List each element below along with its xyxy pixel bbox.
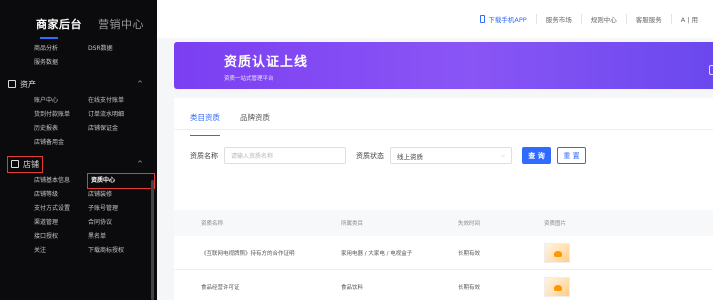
input-placeholder: 请输入资质名称 bbox=[231, 153, 274, 160]
sidebar-link[interactable]: 合同协议 bbox=[88, 216, 154, 230]
sidebar-top-links: 商品分析 DSR数据 服务数据 bbox=[0, 42, 157, 70]
store-icon bbox=[11, 160, 19, 168]
sidebar-store-links: 店铺基本信息 资质中心 店铺等级 店铺装修 支付方式设置 子账号管理 渠道管理 … bbox=[0, 173, 157, 258]
service-market-link[interactable]: 服务市场 bbox=[535, 14, 581, 24]
banner-decoration-icon bbox=[709, 65, 713, 75]
search-button[interactable]: 查 询 bbox=[522, 147, 551, 164]
sidebar-link[interactable] bbox=[88, 56, 154, 70]
sidebar-section-label: 资产 bbox=[20, 79, 36, 89]
sidebar: 商家后台 营销中心 商品分析 DSR数据 服务数据 资产 ^ 账户中心 在线支付… bbox=[0, 0, 157, 300]
sidebar-link[interactable]: 店铺保证金 bbox=[88, 122, 154, 136]
qualification-image-thumbnail[interactable] bbox=[544, 242, 570, 263]
chevron-up-icon[interactable]: ^ bbox=[137, 160, 143, 168]
sidebar-link[interactable]: 服务数据 bbox=[34, 56, 88, 70]
sidebar-link[interactable]: 子账号管理 bbox=[88, 202, 154, 216]
top-nav: 下载手机APP 服务市场 规则中心 客服服务 A | 用 bbox=[157, 0, 713, 38]
download-app-link[interactable]: 下载手机APP bbox=[471, 14, 535, 24]
tab-merchant-backend[interactable]: 商家后台 bbox=[36, 16, 82, 39]
qualification-image-thumbnail[interactable] bbox=[544, 276, 570, 297]
banner-title: 资质认证上线 bbox=[224, 55, 309, 70]
sidebar-section-assets[interactable]: 资产 ^ bbox=[0, 74, 157, 94]
sidebar-link[interactable]: 关注 bbox=[34, 244, 88, 258]
sidebar-section-label: 店铺 bbox=[23, 159, 39, 169]
chevron-down-icon: ⌵ bbox=[500, 151, 505, 159]
main-card: 类目资质 品牌资质 资质名称 请输入资质名称 资质状态 线上资质 ⌵ 查 询 重… bbox=[174, 98, 713, 300]
sidebar-link[interactable]: 订单流水明细 bbox=[88, 108, 154, 122]
cell-name: 《互联网电视牌照》持有方的合作证明 bbox=[201, 250, 295, 257]
tab-category-qualification[interactable]: 类目资质 bbox=[190, 112, 220, 136]
sidebar-link[interactable]: 店铺基本信息 bbox=[34, 174, 88, 188]
sidebar-link[interactable]: 货到付款账单 bbox=[34, 108, 88, 122]
sidebar-link[interactable]: 渠道管理 bbox=[34, 216, 88, 230]
column-header: 资质图片 bbox=[544, 221, 567, 227]
phone-icon bbox=[480, 15, 486, 23]
promo-banner[interactable]: 资质认证上线 资质一站式管理平台 bbox=[174, 42, 713, 89]
sidebar-link[interactable]: 店铺装修 bbox=[88, 188, 154, 202]
column-header: 所属类目 bbox=[341, 221, 364, 227]
user-menu[interactable]: A | 用 bbox=[670, 14, 707, 24]
sidebar-link[interactable]: 店铺等级 bbox=[34, 188, 88, 202]
cell-category: 家用电器 / 大家电 / 电视盒子 bbox=[341, 250, 413, 257]
qualification-table: 资质名称 所属类目 失效时间 资质图片 《互联网电视牌照》持有方的合作证明 家用… bbox=[174, 210, 713, 300]
tab-brand-qualification[interactable]: 品牌资质 bbox=[240, 112, 270, 129]
tab-marketing-center[interactable]: 营销中心 bbox=[98, 16, 144, 32]
table-row[interactable]: 食品经营许可证 食品饮料 长期有效 bbox=[174, 270, 713, 300]
sidebar-link[interactable]: 在线支付账单 bbox=[88, 94, 154, 108]
select-value: 线上资质 bbox=[397, 152, 423, 161]
qualification-name-input[interactable]: 请输入资质名称 bbox=[224, 147, 346, 164]
sidebar-link[interactable]: 下载商标授权 bbox=[88, 244, 154, 258]
table-header: 资质名称 所属类目 失效时间 资质图片 bbox=[174, 210, 713, 236]
qualification-name-label: 资质名称 bbox=[190, 151, 218, 160]
sidebar-link[interactable]: 商品分析 bbox=[34, 42, 88, 56]
customer-service-link[interactable]: 客服服务 bbox=[625, 14, 671, 24]
sidebar-link[interactable]: 账户中心 bbox=[34, 94, 88, 108]
sidebar-link[interactable]: 历史报表 bbox=[34, 122, 88, 136]
sidebar-link[interactable]: 店铺备用金 bbox=[34, 136, 88, 150]
filter-bar: 资质名称 请输入资质名称 资质状态 线上资质 ⌵ 查 询 重 置 bbox=[174, 130, 713, 164]
sidebar-item-qualification-center[interactable]: 资质中心 bbox=[87, 173, 155, 189]
sidebar-link[interactable]: 接口授权 bbox=[34, 230, 88, 244]
sidebar-section-store[interactable]: 店铺 ^ bbox=[0, 154, 157, 174]
qualification-tabs: 类目资质 品牌资质 bbox=[174, 98, 713, 136]
chevron-up-icon[interactable]: ^ bbox=[137, 80, 143, 88]
sidebar-link[interactable]: 支付方式设置 bbox=[34, 202, 88, 216]
sidebar-link[interactable] bbox=[88, 136, 154, 150]
sidebar-header: 商家后台 营销中心 bbox=[0, 0, 157, 42]
qualification-status-label: 资质状态 bbox=[356, 151, 384, 160]
rules-center-link[interactable]: 规则中心 bbox=[580, 14, 626, 24]
cell-name: 食品经营许可证 bbox=[201, 284, 240, 291]
download-app-label: 下载手机APP bbox=[488, 16, 527, 24]
table-row[interactable]: 《互联网电视牌照》持有方的合作证明 家用电器 / 大家电 / 电视盒子 长期有效 bbox=[174, 236, 713, 270]
qualification-status-select[interactable]: 线上资质 ⌵ bbox=[390, 147, 512, 164]
sidebar-assets-links: 账户中心 在线支付账单 货到付款账单 订单流水明细 历史报表 店铺保证金 店铺备… bbox=[0, 94, 157, 150]
sidebar-link[interactable]: DSR数据 bbox=[88, 42, 154, 56]
sidebar-link[interactable]: 黑名单 bbox=[88, 230, 154, 244]
wallet-icon bbox=[8, 80, 16, 88]
column-header: 失效时间 bbox=[458, 221, 481, 227]
column-header: 资质名称 bbox=[201, 221, 224, 227]
sidebar-scrollbar[interactable] bbox=[151, 180, 154, 300]
reset-button[interactable]: 重 置 bbox=[557, 147, 586, 164]
banner-subtitle: 资质一站式管理平台 bbox=[224, 76, 274, 82]
cell-expiry: 长期有效 bbox=[458, 250, 481, 257]
cell-category: 食品饮料 bbox=[341, 284, 364, 291]
cell-expiry: 长期有效 bbox=[458, 284, 481, 291]
